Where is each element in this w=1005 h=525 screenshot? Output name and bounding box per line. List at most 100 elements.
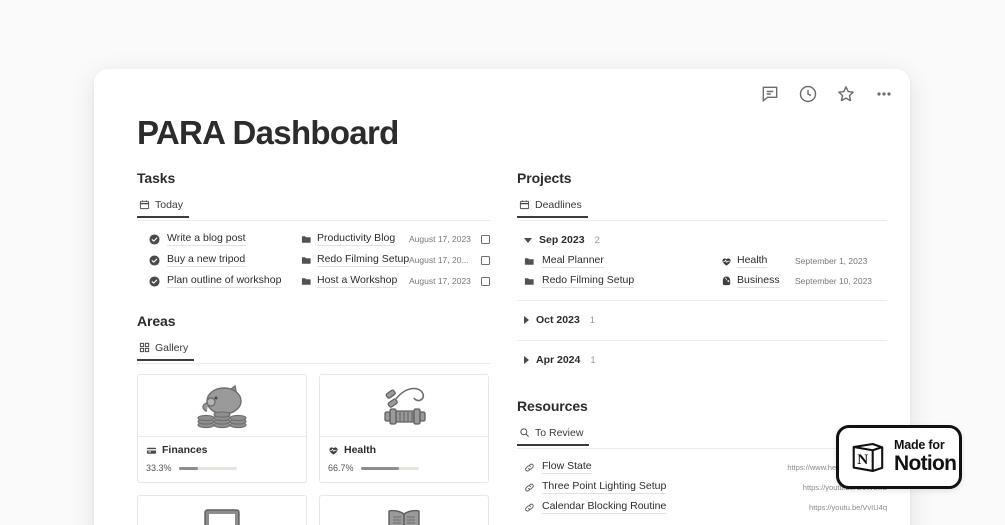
folder-icon (301, 276, 312, 287)
jump-rope-dumbbell-illustration (320, 375, 488, 437)
resources-list: Flow State https://www.headspace.com/a T… (517, 457, 887, 517)
task-checkbox[interactable] (481, 276, 490, 286)
made-for-notion-badge: N Made for Notion (836, 425, 962, 489)
resources-section: Resources To Review Flow State Three Poi… (517, 398, 887, 517)
project-group-header[interactable]: Sep 2023 2 (517, 229, 887, 251)
task-name[interactable]: Plan outline of workshop (167, 274, 282, 288)
resource-name[interactable]: Calendar Blocking Routine (542, 500, 667, 514)
briefcase-icon (721, 275, 732, 287)
link-icon (524, 482, 535, 493)
projects-section-title: Projects (517, 170, 572, 186)
table-row[interactable]: Write a blog post Productivity Blog Augu… (137, 229, 490, 249)
chevron-down-icon[interactable] (524, 237, 532, 243)
check-circle-icon[interactable] (149, 254, 160, 266)
task-project[interactable]: Productivity Blog (301, 232, 409, 246)
page-title: PARA Dashboard (137, 114, 399, 151)
link-icon (524, 462, 535, 473)
task-project-name: Productivity Blog (317, 232, 396, 246)
project-group-count: 1 (590, 354, 596, 366)
table-row[interactable]: Calendar Blocking Routine https://youtu.… (517, 497, 887, 517)
history-icon[interactable] (798, 84, 818, 104)
badge-line2: Notion (894, 451, 957, 475)
heart-pulse-icon (721, 256, 732, 267)
chevron-right-icon[interactable] (524, 316, 529, 324)
right-column: Projects Deadlines Sep 2023 2 Meal Plann… (517, 170, 887, 517)
project-name[interactable]: Meal Planner (542, 254, 604, 268)
task-project-name: Redo Filming Setup (317, 253, 410, 267)
task-name[interactable]: Write a blog post (167, 232, 246, 246)
table-row[interactable]: Meal Planner Health September 1, 2023 (517, 251, 887, 271)
progress-bar (178, 466, 237, 470)
star-icon[interactable] (836, 84, 856, 104)
gallery-card[interactable] (137, 495, 307, 525)
tasks-list: Write a blog post Productivity Blog Augu… (137, 229, 490, 291)
resource-name[interactable]: Three Point Lighting Setup (542, 480, 667, 494)
divider (517, 340, 887, 341)
notion-page-card: PARA Dashboard Tasks Today Write a blog … (94, 69, 910, 525)
task-date: August 17, 2023 (409, 234, 471, 244)
calendar-icon (139, 199, 150, 210)
screenshot-root: PARA Dashboard Tasks Today Write a blog … (0, 0, 1005, 525)
gallery-card[interactable] (319, 495, 489, 525)
search-icon (519, 427, 530, 438)
task-checkbox[interactable] (481, 255, 490, 265)
calendar-icon (519, 199, 530, 210)
project-name[interactable]: Redo Filming Setup (542, 274, 635, 288)
areas-tabstrip: Gallery (137, 340, 490, 364)
badge-text: Made for Notion (894, 439, 957, 475)
resource-name[interactable]: Flow State (542, 460, 592, 474)
tab-to-review[interactable]: To Review (517, 427, 590, 446)
resources-tabstrip: To Review (517, 425, 887, 449)
page-toolbar (760, 84, 894, 104)
gallery-card-label: Finances (146, 444, 298, 456)
progress-bar (360, 466, 419, 470)
check-circle-icon[interactable] (149, 233, 160, 245)
project-group-count: 2 (594, 234, 600, 246)
svg-text:N: N (857, 451, 868, 468)
table-row[interactable]: Plan outline of workshop Host a Workshop… (137, 271, 490, 291)
table-row[interactable]: Flow State https://www.headspace.com/a (517, 457, 887, 477)
folder-icon (301, 234, 312, 245)
task-checkbox[interactable] (481, 234, 490, 244)
folder-icon (524, 276, 535, 287)
task-project-name: Host a Workshop (317, 274, 398, 288)
areas-gallery: Finances 33.3% Health 66.7% (137, 374, 490, 525)
gallery-card-label: Health (328, 444, 480, 456)
task-date: August 17, 20... (409, 255, 469, 265)
table-row[interactable]: Three Point Lighting Setup https://youtu… (517, 477, 887, 497)
folder-icon (301, 255, 312, 266)
project-group-header[interactable]: Oct 2023 1 (517, 309, 887, 331)
areas-section: Areas Gallery Finances 33.3% Health 66.7… (137, 313, 490, 525)
tab-deadlines-label: Deadlines (535, 198, 582, 211)
heart-pulse-icon (328, 445, 339, 456)
gallery-card[interactable]: Finances 33.3% (137, 374, 307, 483)
task-project[interactable]: Redo Filming Setup (301, 253, 410, 267)
project-date: September 1, 2023 (795, 256, 868, 266)
table-row[interactable]: Redo Filming Setup Business September 10… (517, 271, 887, 291)
project-group-label: Sep 2023 (539, 234, 585, 246)
gallery-card-body: Finances 33.3% (138, 437, 306, 482)
project-tag[interactable]: Health (721, 254, 795, 268)
progress-percent: 33.3% (146, 463, 172, 473)
tab-today-label: Today (155, 198, 184, 211)
table-row[interactable]: Buy a new tripod Redo Filming Setup Augu… (137, 250, 490, 270)
piggy-bank-illustration (138, 375, 306, 437)
check-circle-icon[interactable] (149, 275, 160, 287)
resource-url: https://youtu.be/VvIU4q (809, 502, 887, 512)
project-group-label: Oct 2023 (536, 314, 580, 326)
project-tag[interactable]: Business (721, 274, 795, 288)
gallery-card[interactable]: Health 66.7% (319, 374, 489, 483)
tab-deadlines[interactable]: Deadlines (517, 198, 588, 218)
task-name[interactable]: Buy a new tripod (167, 253, 246, 267)
chevron-right-icon[interactable] (524, 356, 529, 364)
tab-gallery-label: Gallery (155, 341, 189, 354)
project-group-count: 1 (589, 314, 596, 326)
gallery-icon (139, 342, 150, 353)
task-project[interactable]: Host a Workshop (301, 274, 409, 288)
project-tag-name: Business (737, 274, 780, 288)
project-group-header[interactable]: Apr 2024 1 (517, 349, 887, 371)
more-icon[interactable] (874, 84, 894, 104)
tab-today[interactable]: Today (137, 198, 190, 218)
tab-gallery[interactable]: Gallery (137, 341, 195, 361)
comment-icon[interactable] (760, 84, 780, 104)
